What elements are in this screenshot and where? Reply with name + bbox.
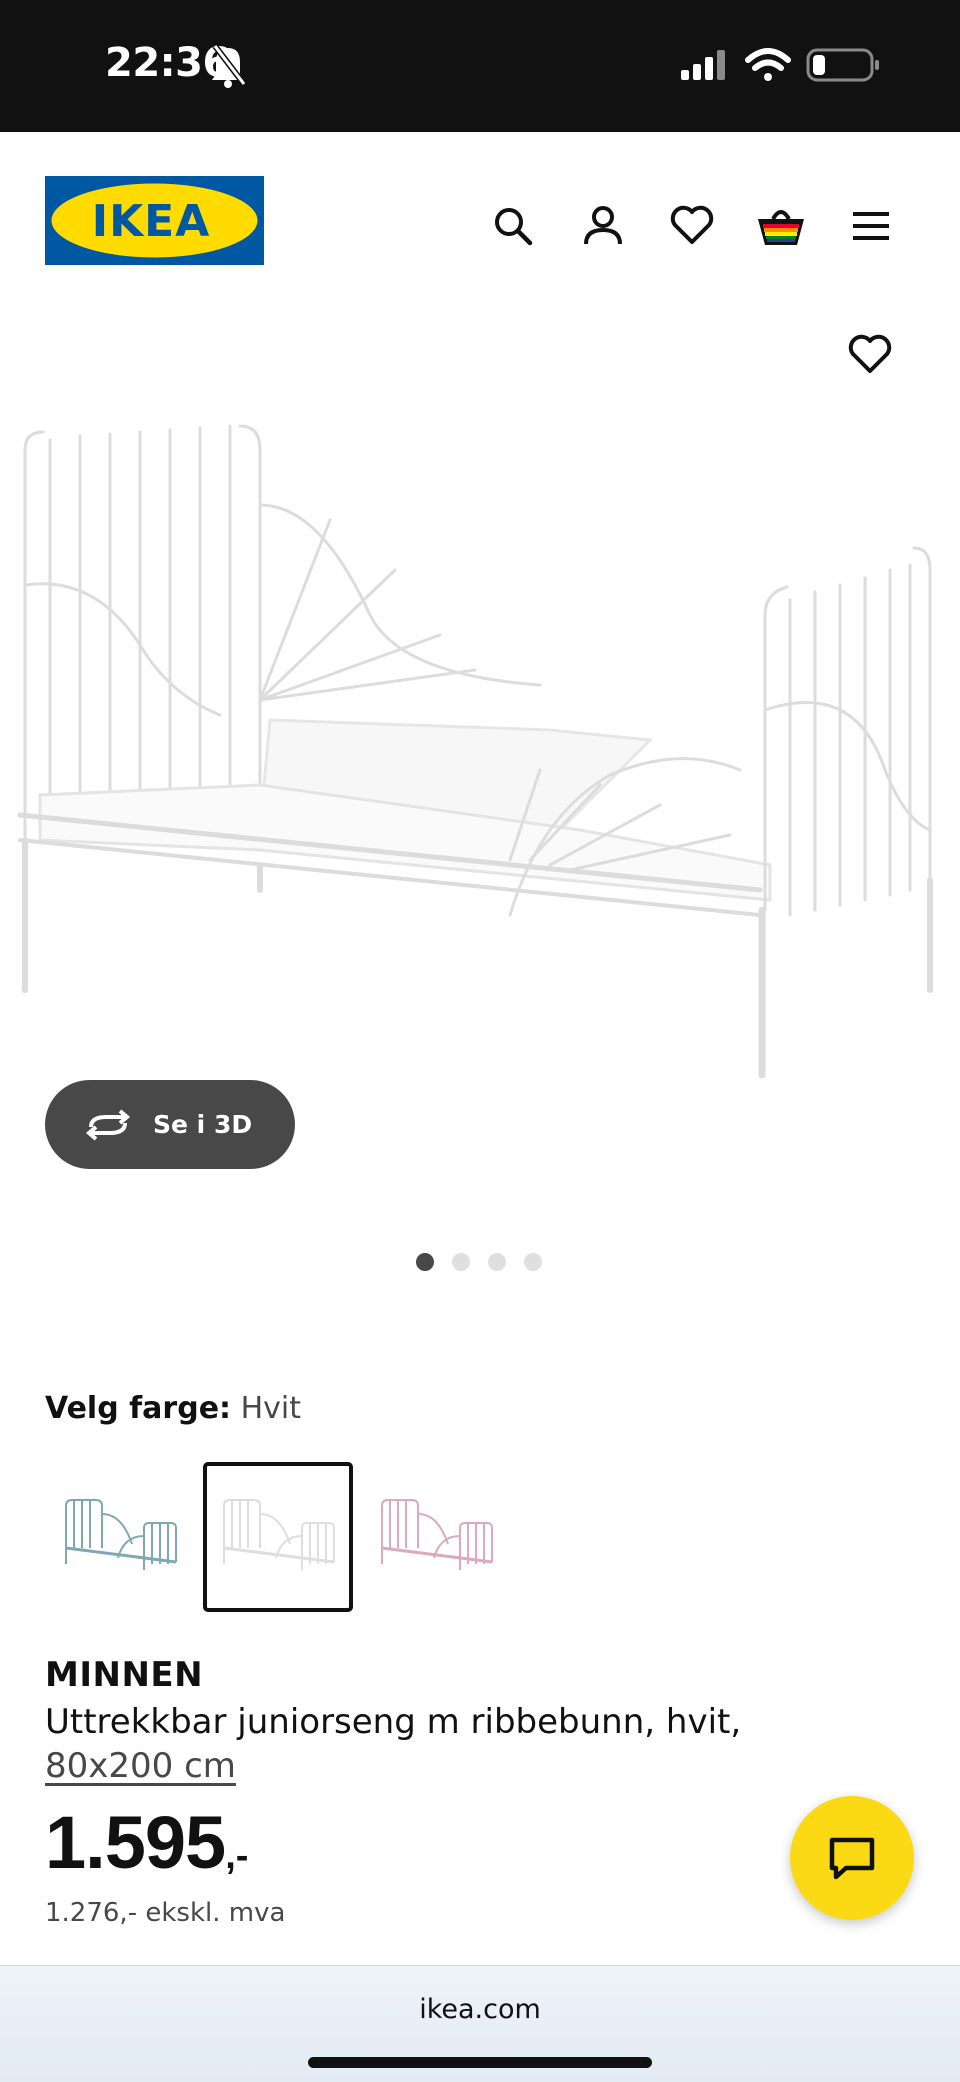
pagination-dot-2[interactable] bbox=[452, 1253, 470, 1271]
status-bar: 22:36 bbox=[0, 0, 960, 132]
heart-icon bbox=[848, 334, 892, 373]
pagination-dot-1[interactable] bbox=[416, 1253, 434, 1271]
bed-thumbnail-white bbox=[223, 1499, 335, 1570]
add-to-favourites-button[interactable] bbox=[842, 327, 898, 383]
price-suffix: ,- bbox=[225, 1835, 249, 1877]
chat-button[interactable] bbox=[790, 1796, 914, 1920]
swatch-white[interactable] bbox=[203, 1462, 353, 1612]
search-icon bbox=[495, 208, 533, 246]
product-name: MINNEN bbox=[45, 1655, 204, 1695]
favourites-button[interactable] bbox=[664, 198, 720, 254]
wifi-icon bbox=[745, 48, 791, 81]
color-selector-label: Velg farge: Hvit bbox=[45, 1391, 301, 1426]
view-in-3d-label: Se i 3D bbox=[153, 1110, 253, 1139]
account-icon bbox=[584, 206, 622, 245]
cart-button[interactable] bbox=[753, 198, 809, 254]
size-link[interactable]: 80x200 cm bbox=[45, 1746, 236, 1786]
home-indicator bbox=[308, 2057, 652, 2068]
product-description: Uttrekkbar juniorseng m ribbebunn, hvit,… bbox=[45, 1700, 875, 1788]
browser-url-bar[interactable]: ikea.com bbox=[0, 1965, 960, 2082]
site-header: IKEA bbox=[0, 132, 960, 312]
product-description-text: Uttrekkbar juniorseng m ribbebunn, hvit, bbox=[45, 1702, 742, 1742]
cellular-signal-icon bbox=[681, 50, 725, 80]
price-excl-vat: 1.276,- ekskl. mva bbox=[45, 1898, 286, 1928]
account-button[interactable] bbox=[575, 198, 631, 254]
color-label: Velg farge: bbox=[45, 1391, 232, 1426]
pagination-dot-3[interactable] bbox=[488, 1253, 506, 1271]
view-in-3d-button[interactable]: Se i 3D bbox=[45, 1080, 295, 1169]
product-image[interactable] bbox=[10, 410, 950, 1100]
color-swatches bbox=[45, 1462, 511, 1612]
chat-icon bbox=[829, 1837, 875, 1880]
bell-slash-icon bbox=[212, 44, 247, 88]
ikea-logo[interactable]: IKEA bbox=[45, 176, 264, 265]
price-main: 1.595 bbox=[45, 1801, 226, 1884]
logo-text: IKEA bbox=[92, 196, 211, 247]
image-pagination bbox=[416, 1253, 542, 1271]
swatch-pink[interactable] bbox=[361, 1462, 511, 1612]
url-text[interactable]: ikea.com bbox=[0, 1994, 960, 2025]
status-icons bbox=[212, 44, 879, 88]
search-button[interactable] bbox=[485, 198, 541, 254]
battery-icon bbox=[806, 48, 879, 82]
rotate-3d-icon bbox=[85, 1108, 131, 1141]
menu-button[interactable] bbox=[843, 198, 899, 254]
shopping-bag-icon bbox=[758, 210, 804, 245]
bed-thumbnail-blue bbox=[65, 1499, 177, 1570]
color-value: Hvit bbox=[240, 1391, 302, 1426]
bed-thumbnail-pink bbox=[381, 1499, 493, 1570]
menu-icon bbox=[853, 212, 889, 240]
heart-icon bbox=[670, 205, 714, 244]
swatch-blue[interactable] bbox=[45, 1462, 195, 1612]
price: 1.595,- bbox=[45, 1800, 248, 1885]
pagination-dot-4[interactable] bbox=[524, 1253, 542, 1271]
